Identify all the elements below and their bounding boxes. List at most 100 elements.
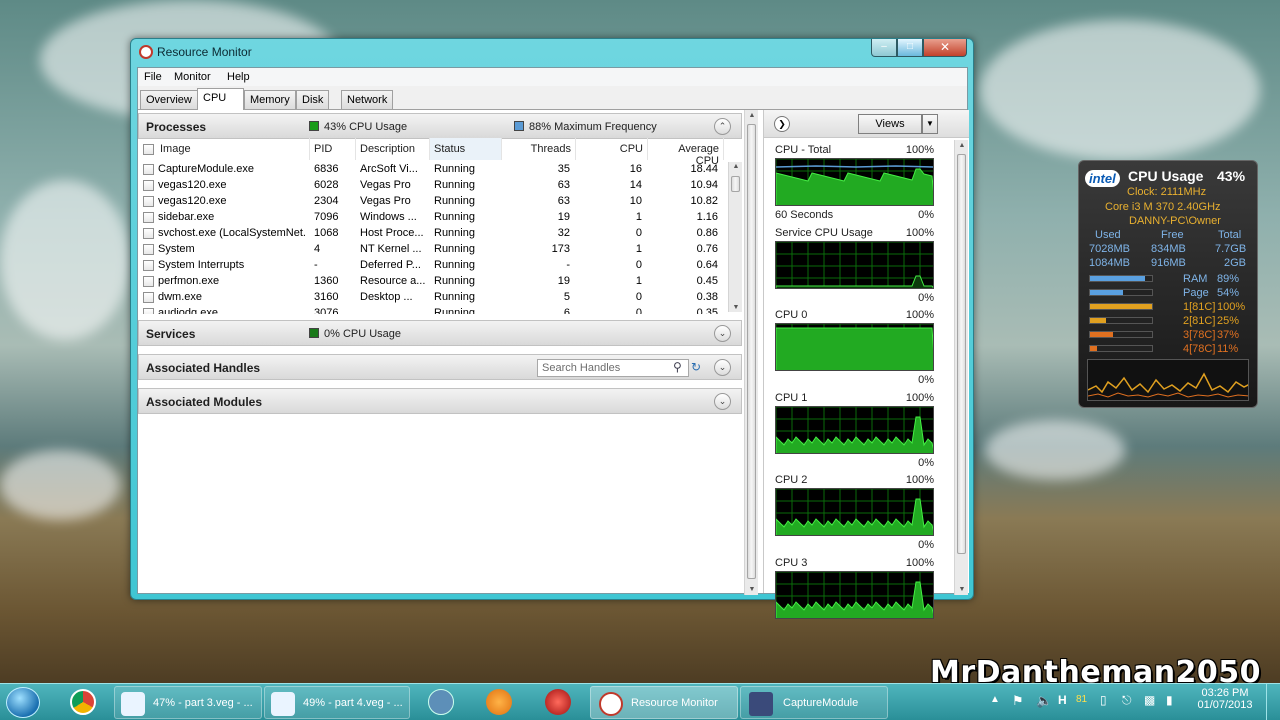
cell-status: Running (434, 211, 475, 223)
collapse-processes-button[interactable]: ⌃ (714, 118, 731, 135)
row-checkbox[interactable] (143, 260, 154, 271)
tab-cpu[interactable]: CPU (197, 88, 244, 110)
column-pid[interactable]: PID (310, 138, 356, 160)
minimize-button[interactable]: – (871, 39, 897, 57)
row-checkbox[interactable] (143, 244, 154, 255)
recorder-icon[interactable] (545, 689, 571, 715)
table-row[interactable]: audiodg.exe 3076 Running 6 0 0.35 (138, 306, 728, 314)
processes-scrollbar[interactable]: ▲ ▼ (728, 162, 742, 312)
battery-icon[interactable]: ▮ (1166, 693, 1173, 707)
network-icon[interactable]: ▩ (1144, 693, 1155, 707)
scroll-thumb[interactable] (957, 154, 966, 554)
table-row[interactable]: CaptureModule.exe 6836 ArcSoft Vi... Runnin… (138, 162, 728, 178)
row-checkbox[interactable] (143, 276, 154, 287)
table-row[interactable]: perfmon.exe 1360 Resource a... Running 19 1 0.… (138, 274, 728, 290)
tab-overview[interactable]: Overview (140, 90, 198, 109)
column-average-cpu[interactable]: Average CPU (648, 138, 724, 167)
column-description[interactable]: Description (356, 138, 430, 160)
graph-max: 100% (905, 144, 934, 156)
row-checkbox[interactable] (143, 180, 154, 191)
menu-file[interactable]: File (144, 71, 162, 83)
menu-monitor[interactable]: Monitor (174, 71, 211, 83)
tray-clock[interactable]: 03:26 PM 01/07/2013 (1195, 687, 1255, 711)
scroll-down-icon[interactable]: ▼ (745, 586, 759, 593)
taskbar-vegas-part3[interactable]: 47% - part 3.veg - ... (114, 686, 262, 719)
title-bar[interactable]: Resource Monitor – □ ✕ (131, 39, 973, 65)
table-row[interactable]: sidebar.exe 7096 Windows ... Running 19 1 1.16 (138, 210, 728, 226)
refresh-icon[interactable]: ↻ (691, 360, 701, 374)
table-row[interactable]: vegas120.exe 2304 Vegas Pro Running 63 10 10.8… (138, 194, 728, 210)
row-checkbox[interactable] (143, 196, 154, 207)
modules-header[interactable]: Associated Modules ⌄ (138, 388, 742, 414)
scroll-down-icon[interactable]: ▼ (729, 304, 742, 311)
row-checkbox[interactable] (143, 212, 154, 223)
ram-total: 7.7GB (1215, 243, 1247, 255)
scroll-thumb[interactable] (731, 176, 740, 192)
table-row[interactable]: System Interrupts - Deferred P... Running - 0… (138, 258, 728, 274)
table-row[interactable]: vegas120.exe 6028 Vegas Pro Running 63 14 10.9… (138, 178, 728, 194)
menu-help[interactable]: Help (227, 71, 250, 83)
tray-h-icon[interactable]: H (1058, 693, 1067, 707)
graph-scrollbar[interactable]: ▲ ▼ (954, 140, 968, 595)
scroll-up-icon[interactable]: ▲ (729, 163, 742, 170)
cpu-usage-gadget[interactable]: intel CPU Usage 43% Clock: 2111MHz Core … (1078, 160, 1258, 408)
services-cpu-legend-swatch (309, 328, 319, 338)
usb-icon[interactable]: ⎋ (1122, 693, 1132, 708)
row-checkbox[interactable] (143, 308, 154, 314)
graph-max: 100% (905, 391, 934, 404)
cell-pid: 6836 (314, 163, 339, 175)
scroll-up-icon[interactable]: ▲ (955, 142, 969, 149)
cell-pid: 4 (314, 243, 321, 255)
cell-image: CaptureModule.exe (158, 163, 255, 175)
ram-free: 834MB (1151, 243, 1186, 255)
row-checkbox[interactable] (143, 228, 154, 239)
chrome-icon[interactable] (70, 689, 96, 715)
column-cpu[interactable]: CPU (576, 138, 648, 160)
volume-icon[interactable]: 🔈 (1036, 693, 1052, 709)
scroll-down-icon[interactable]: ▼ (955, 586, 969, 593)
tab-memory[interactable]: Memory (244, 90, 296, 109)
tray-app-icon[interactable]: ▯ (1100, 693, 1107, 707)
scroll-thumb[interactable] (747, 124, 756, 579)
expand-handles-button[interactable]: ⌄ (714, 359, 731, 376)
views-button[interactable]: Views (858, 114, 922, 134)
table-row[interactable]: System 4 NT Kernel ... Running 173 1 0.76 (138, 242, 728, 258)
paint-icon[interactable] (428, 689, 454, 715)
cell-description: Desktop ... (360, 291, 413, 303)
search-handles-input[interactable]: Search Handles (537, 359, 689, 377)
graph-svg (776, 159, 933, 205)
processes-table: Image PID Description Status Threads CPU… (138, 138, 742, 314)
column-status[interactable]: Status (430, 138, 502, 160)
search-icon[interactable]: ⚲ (673, 360, 682, 374)
left-pane-scrollbar[interactable]: ▲ ▼ (744, 110, 758, 595)
close-button[interactable]: ✕ (923, 39, 967, 57)
table-row[interactable]: svchost.exe (LocalSystemNet... 1068 Host P… (138, 226, 728, 242)
media-player-icon[interactable] (486, 689, 512, 715)
services-header[interactable]: Services 0% CPU Usage ⌄ (138, 320, 742, 346)
processes-header[interactable]: Processes 43% CPU Usage 88% Maximum Freq… (138, 113, 742, 139)
taskbar-vegas-part4[interactable]: 49% - part 4.veg - ... (264, 686, 410, 719)
row-checkbox[interactable] (143, 292, 154, 303)
maximize-button[interactable]: □ (897, 39, 923, 57)
expand-modules-button[interactable]: ⌄ (714, 393, 731, 410)
taskbar-capture-module[interactable]: CaptureModule (740, 686, 888, 719)
resource-monitor-window[interactable]: Resource Monitor – □ ✕ File Monitor Help… (130, 38, 974, 619)
show-desktop-button[interactable] (1266, 684, 1280, 720)
column-threads[interactable]: Threads (502, 138, 576, 160)
tab-network[interactable]: Network (341, 90, 394, 109)
action-center-flag-icon[interactable]: ⚑ (1012, 693, 1024, 709)
graph-pane: ❯ Views ▼ CPU - Total 100% 60 Seconds 0% Ser… (763, 110, 969, 619)
taskbar-resource-monitor[interactable]: Resource Monitor (590, 686, 738, 719)
handles-header[interactable]: Associated Handles Search Handles ⚲ ↻ ⌄ (138, 354, 742, 380)
views-dropdown-button[interactable]: ▼ (922, 114, 938, 134)
tab-disk[interactable]: Disk (296, 90, 330, 109)
select-all-checkbox[interactable] (143, 144, 154, 155)
start-button[interactable] (6, 687, 40, 718)
table-row[interactable]: dwm.exe 3160 Desktop ... Running 5 0 0.38 (138, 290, 728, 306)
row-checkbox[interactable] (143, 164, 154, 175)
expand-services-button[interactable]: ⌄ (714, 325, 731, 342)
scroll-up-icon[interactable]: ▲ (745, 112, 759, 119)
chevron-right-icon[interactable]: ❯ (774, 116, 790, 132)
tray-expand-icon[interactable]: ▲ (990, 694, 1000, 705)
column-image[interactable]: Image (156, 138, 310, 160)
